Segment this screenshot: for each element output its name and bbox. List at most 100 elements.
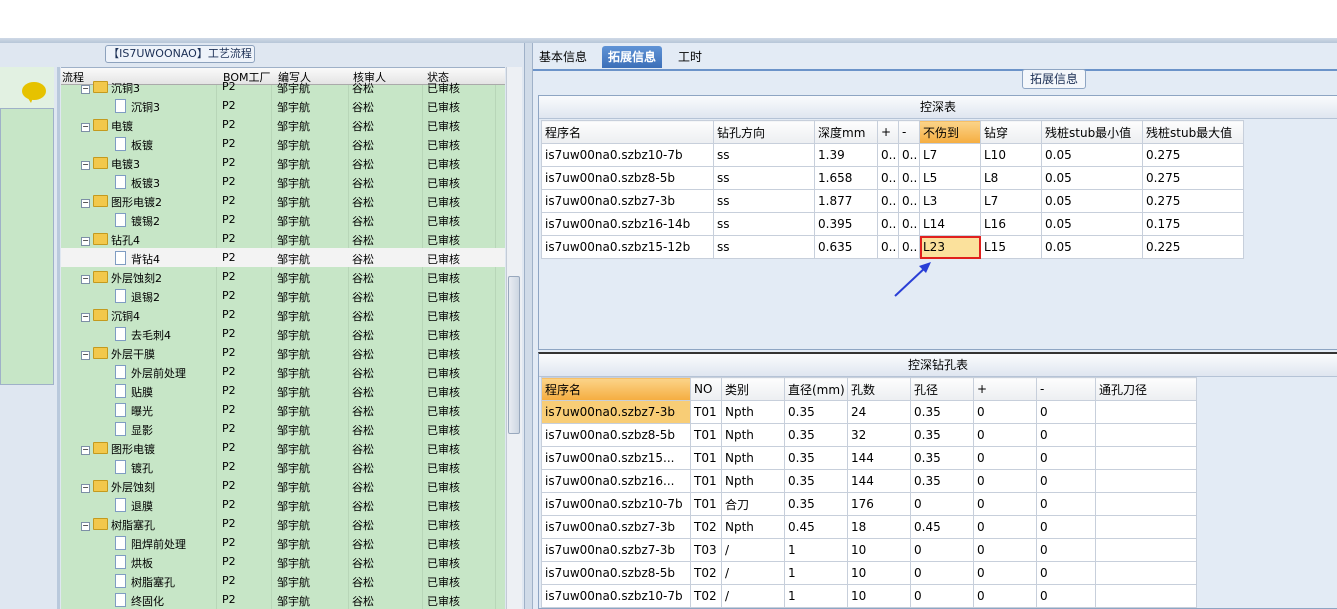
tab-extended-info[interactable]: 拓展信息 [602, 46, 663, 68]
col-header[interactable]: 深度mm [814, 120, 878, 144]
table-cell[interactable]: 0 [973, 400, 1037, 424]
tree-row[interactable]: 阻焊前处理 P2 邹宇航 谷松 已审核 [61, 533, 505, 552]
table-cell[interactable]: 0.225 [1142, 235, 1244, 259]
table-cell[interactable]: ss [713, 235, 815, 259]
depth-drill-table[interactable]: 程序名 NO 类别 直径(mm) 孔数 孔径 + - 通孔刀径 is7uw00na0.szbz7-… [541, 377, 1197, 608]
table-cell[interactable]: 24 [847, 400, 911, 424]
tab-work-hours[interactable]: 工时 [672, 46, 708, 68]
tree-row[interactable]: 树脂塞孔 P2 邹宇航 谷松 已审核 [61, 571, 505, 590]
collapse-icon[interactable]: − [81, 237, 90, 246]
table-cell[interactable]: 0.35 [910, 446, 974, 470]
tree-row[interactable]: 终固化 P2 邹宇航 谷松 已审核 [61, 590, 505, 609]
table-cell[interactable]: ss [713, 166, 815, 190]
table-cell[interactable]: is7uw00na0.szbz10-7b [541, 492, 691, 516]
table-cell[interactable]: L7 [919, 143, 981, 167]
table-row[interactable]: is7uw00na0.szbz10-7b ss 1.39 0.. 0.. L7 L10 0.0… [541, 143, 1244, 167]
table-cell[interactable]: 144 [847, 469, 911, 493]
table-cell[interactable]: 0 [1036, 515, 1096, 539]
table-row[interactable]: is7uw00na0.szbz16-14b ss 0.395 0.. 0.. L14 L16… [541, 212, 1244, 236]
table-cell[interactable]: 1 [784, 561, 848, 585]
table-cell[interactable]: is7uw00na0.szbz7-3b [541, 400, 691, 424]
tree-row[interactable]: − 图形电镀2 P2 邹宇航 谷松 已审核 [61, 191, 505, 210]
table-cell[interactable]: 0 [973, 584, 1037, 608]
col-header[interactable]: - [898, 120, 920, 144]
table-row[interactable]: is7uw00na0.szbz8-5b ss 1.658 0.. 0.. L5 L8 0.05… [541, 166, 1244, 190]
tree-row[interactable]: 板镀 P2 邹宇航 谷松 已审核 [61, 134, 505, 153]
tree-row[interactable]: − 树脂塞孔 P2 邹宇航 谷松 已审核 [61, 514, 505, 533]
collapse-icon[interactable]: − [81, 275, 90, 284]
table-cell[interactable]: 0.35 [910, 423, 974, 447]
table-cell[interactable]: L15 [980, 235, 1042, 259]
table-cell[interactable]: 176 [847, 492, 911, 516]
table-cell[interactable]: / [721, 561, 785, 585]
table-cell[interactable]: T02 [690, 515, 722, 539]
tree-row[interactable]: 贴膜 P2 邹宇航 谷松 已审核 [61, 381, 505, 400]
table-row[interactable]: is7uw00na0.szbz7-3b ss 1.877 0.. 0.. L3 L7 0.05… [541, 189, 1244, 213]
col-header[interactable]: - [1036, 377, 1096, 401]
collapse-icon[interactable]: − [81, 484, 90, 493]
table-row[interactable]: is7uw00na0.szbz7-3b T03/1 10 0 0 0 [541, 538, 1197, 562]
table-cell[interactable]: L5 [919, 166, 981, 190]
table-cell[interactable] [1095, 492, 1197, 516]
tree-row[interactable]: − 电镀 P2 邹宇航 谷松 已审核 [61, 115, 505, 134]
main-splitter[interactable] [524, 43, 533, 609]
table-cell[interactable]: Npth [721, 423, 785, 447]
table-cell[interactable]: 0 [1036, 469, 1096, 493]
table-cell[interactable]: is7uw00na0.szbz10-7b [541, 584, 691, 608]
col-header[interactable]: 孔径 [910, 377, 974, 401]
table-cell[interactable] [1095, 446, 1197, 470]
table-row[interactable]: is7uw00na0.szbz7-3b T01 Npth 0.35 24 0.35 0 0 [541, 400, 1197, 424]
table-cell[interactable]: 1.658 [814, 166, 878, 190]
process-tree-grid[interactable]: 流程 BOM工厂 编写人 核审人 状态 − 沉铜3 P2 邹宇航 谷松 已审核 沉铜3 P2 邹… [61, 67, 505, 609]
col-header[interactable]: + [973, 377, 1037, 401]
table-cell[interactable]: 0.. [898, 189, 920, 213]
table-cell[interactable]: 0.45 [910, 515, 974, 539]
tree-row[interactable]: − 沉铜4 P2 邹宇航 谷松 已审核 [61, 305, 505, 324]
table-cell[interactable]: T03 [690, 538, 722, 562]
table-cell[interactable]: 10 [847, 584, 911, 608]
table-cell[interactable]: is7uw00na0.szbz7-3b [541, 189, 714, 213]
tab-basic-info[interactable]: 基本信息 [533, 46, 593, 68]
table-cell[interactable]: 0 [1036, 538, 1096, 562]
table-cell[interactable]: 0.35 [910, 400, 974, 424]
col-header[interactable]: 通孔刀径 [1095, 377, 1197, 401]
table-cell[interactable]: T01 [690, 492, 722, 516]
table-cell[interactable]: / [721, 538, 785, 562]
tree-row[interactable]: − 外层蚀刻2 P2 邹宇航 谷松 已审核 [61, 267, 505, 286]
table-cell[interactable]: L8 [980, 166, 1042, 190]
table-cell[interactable]: 0 [1036, 492, 1096, 516]
table-cell[interactable]: 0.05 [1041, 189, 1143, 213]
table-row[interactable]: is7uw00na0.szbz10-7b T02/1 10 0 0 0 [541, 584, 1197, 608]
col-header[interactable]: 程序名 [541, 120, 714, 144]
table-cell[interactable]: Npth [721, 469, 785, 493]
table-row[interactable]: is7uw00na0.szbz7-3b T02 Npth 0.45 18 0.45 0 0 [541, 515, 1197, 539]
col-header[interactable]: 类别 [721, 377, 785, 401]
table-cell[interactable]: 0.395 [814, 212, 878, 236]
table-cell[interactable]: is7uw00na0.szbz15... [541, 446, 691, 470]
table-cell[interactable]: 0.. [898, 166, 920, 190]
table-cell[interactable]: 0.. [877, 143, 899, 167]
table-cell[interactable]: 0.35 [784, 423, 848, 447]
table-cell[interactable] [1095, 469, 1197, 493]
tree-row[interactable]: 背钻4 P2 邹宇航 谷松 已审核 [61, 248, 505, 267]
tree-row[interactable]: − 外层干膜 P2 邹宇航 谷松 已审核 [61, 343, 505, 362]
table-row[interactable]: is7uw00na0.szbz8-5b T02/1 10 0 0 0 [541, 561, 1197, 585]
table-cell[interactable]: is7uw00na0.szbz15-12b [541, 235, 714, 259]
tree-row[interactable]: 显影 P2 邹宇航 谷松 已审核 [61, 419, 505, 438]
col-header[interactable]: + [877, 120, 899, 144]
table-cell[interactable]: 0.635 [814, 235, 878, 259]
tree-row[interactable]: 退膜 P2 邹宇航 谷松 已审核 [61, 495, 505, 514]
table-cell[interactable]: 0.275 [1142, 143, 1244, 167]
collapse-icon[interactable]: − [81, 351, 90, 360]
table-cell[interactable]: is7uw00na0.szbz10-7b [541, 143, 714, 167]
tree-row[interactable]: − 钻孔4 P2 邹宇航 谷松 已审核 [61, 229, 505, 248]
table-cell[interactable]: 0 [910, 561, 974, 585]
table-cell[interactable]: is7uw00na0.szbz7-3b [541, 515, 691, 539]
col-header[interactable]: 残桩stub最小值 [1041, 120, 1143, 144]
table-cell[interactable]: 0.. [877, 166, 899, 190]
tree-row[interactable]: − 外层蚀刻 P2 邹宇航 谷松 已审核 [61, 476, 505, 495]
table-cell[interactable]: 0.05 [1041, 235, 1143, 259]
col-header[interactable]: 残桩stub最大值 [1142, 120, 1244, 144]
col-header[interactable]: 不伤到 [919, 120, 981, 144]
table-cell[interactable]: 0 [973, 423, 1037, 447]
